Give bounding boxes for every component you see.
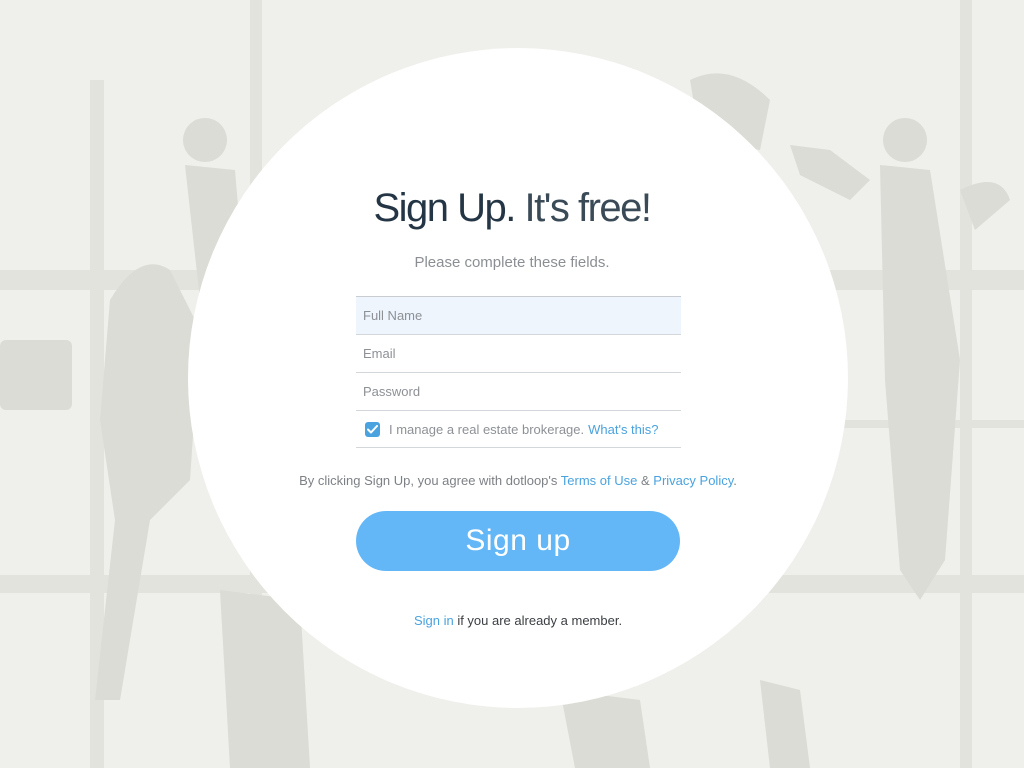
terms-prefix: By clicking Sign Up, you agree with dotl…: [299, 473, 558, 488]
terms-text: By clicking Sign Up, you agree with dotl…: [0, 473, 1024, 489]
brokerage-checkbox[interactable]: [365, 421, 380, 437]
brokerage-label: I manage a real estate brokerage.: [389, 421, 585, 437]
whats-this-link[interactable]: What's this?: [588, 422, 658, 437]
signin-suffix: if you are already a member.: [457, 613, 623, 628]
brokerage-row: I manage a real estate brokerage. What's…: [356, 410, 681, 448]
full-name-input[interactable]: [356, 297, 681, 334]
signin-text: Sign in if you are already a member.: [0, 613, 1024, 629]
terms-separator: &: [641, 473, 650, 488]
terms-suffix: .: [733, 473, 737, 488]
page-title: Sign Up. It's free!: [0, 183, 1024, 233]
full-name-field-wrapper: [356, 296, 681, 334]
password-field-wrapper: [356, 372, 681, 410]
password-input[interactable]: [356, 373, 681, 410]
title-light: It's free!: [524, 186, 653, 230]
title-strong: Sign Up.: [373, 186, 516, 230]
signup-content: Sign Up. It's free! Please complete thes…: [0, 0, 1024, 768]
privacy-policy-link[interactable]: Privacy Policy: [653, 473, 733, 488]
signup-form: I manage a real estate brokerage. What's…: [356, 296, 681, 448]
checkmark-icon: [367, 424, 378, 433]
sign-up-button[interactable]: Sign up: [356, 511, 680, 571]
email-field-wrapper: [356, 334, 681, 372]
sign-in-link[interactable]: Sign in: [414, 613, 454, 628]
email-input[interactable]: [356, 335, 681, 372]
page-subtitle: Please complete these fields.: [414, 254, 610, 271]
terms-of-use-link[interactable]: Terms of Use: [561, 473, 638, 488]
